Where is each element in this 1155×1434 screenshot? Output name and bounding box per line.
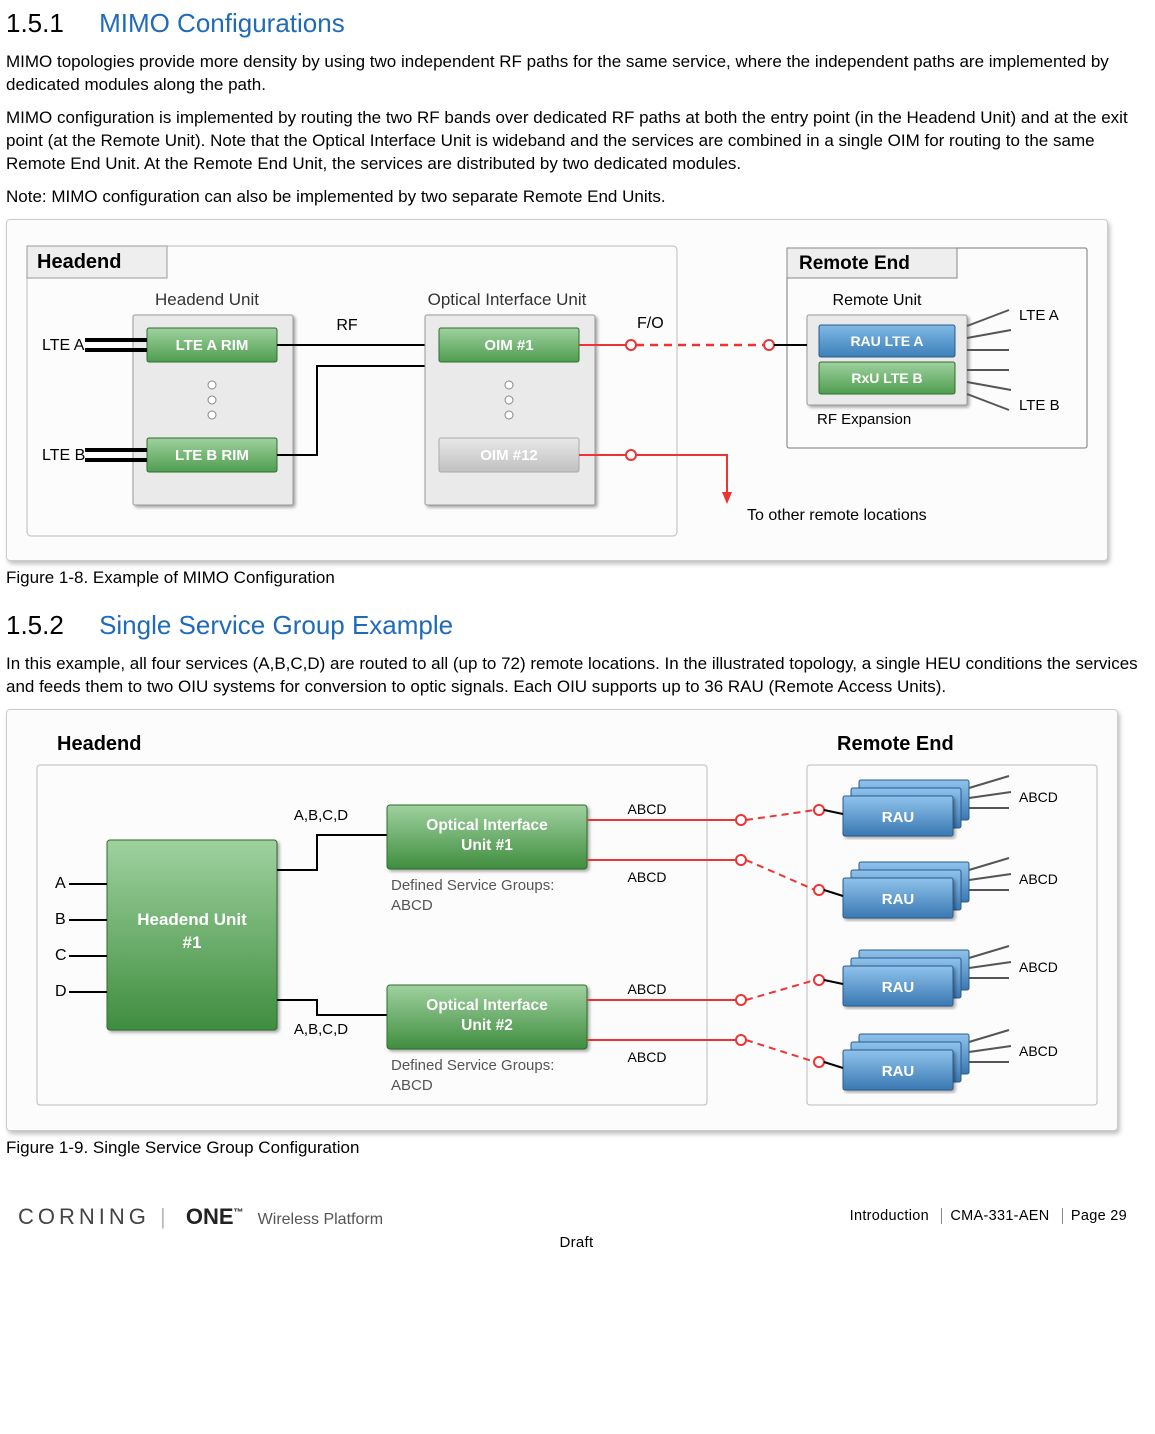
paragraph: MIMO configuration is implemented by rou…	[6, 107, 1147, 176]
label: ABCD	[628, 1049, 667, 1065]
label: LTE B	[42, 447, 85, 464]
label: Unit #1	[461, 837, 513, 854]
label: Optical Interface	[426, 997, 548, 1014]
label: ABCD	[391, 897, 433, 914]
label: B	[55, 911, 66, 928]
section-title: Single Service Group Example	[99, 610, 453, 640]
label: RAU	[882, 1063, 915, 1080]
label: ABCD	[1019, 789, 1058, 805]
paragraph: Note: MIMO configuration can also be imp…	[6, 186, 1147, 209]
label: RAU	[882, 979, 915, 996]
heading-1-5-1: 1.5.1 MIMO Configurations	[6, 6, 1147, 41]
label: Headend	[57, 733, 141, 755]
label: Unit #2	[461, 1017, 513, 1034]
paragraph: In this example, all four services (A,B,…	[6, 653, 1147, 699]
label: ABCD	[1019, 871, 1058, 887]
rau-group: RAU ABCD	[824, 1030, 1058, 1090]
label: A,B,C,D	[294, 807, 348, 824]
label: OIM #12	[480, 447, 538, 464]
heading-1-5-2: 1.5.2 Single Service Group Example	[6, 608, 1147, 643]
page-footer: CORNING | ONE™ Wireless Platform Introdu…	[6, 1196, 1147, 1266]
label: ABCD	[628, 869, 667, 885]
label: Remote End	[837, 733, 954, 755]
label: LTE A RIM	[176, 337, 249, 354]
label: F/O	[637, 315, 664, 332]
label: Optical Interface	[426, 817, 548, 834]
label: D	[55, 983, 67, 1000]
label: ABCD	[628, 801, 667, 817]
label: RF Expansion	[817, 411, 911, 428]
figure-1-9-diagram: Headend Remote End Headend Unit #1 A B C…	[6, 709, 1118, 1131]
section-number: 1.5.1	[6, 8, 64, 38]
rau-group: RAU ABCD	[824, 858, 1058, 918]
label: Defined Service Groups:	[391, 877, 554, 894]
label: A,B,C,D	[294, 1021, 348, 1038]
figure-caption: Figure 1-8. Example of MIMO Configuratio…	[6, 567, 1147, 590]
label: Headend Unit	[155, 290, 259, 309]
label: LTE B	[1019, 397, 1060, 414]
label: To other remote locations	[747, 507, 927, 524]
section-number: 1.5.2	[6, 610, 64, 640]
rau-group: RAU ABCD	[824, 776, 1058, 836]
brand-logo: CORNING | ONE™ Wireless Platform	[18, 1202, 383, 1232]
label: Defined Service Groups:	[391, 1057, 554, 1074]
footer-meta: Introduction CMA-331-AEN Page 29	[850, 1207, 1135, 1227]
label: OIM #1	[484, 337, 533, 354]
label: #1	[183, 933, 202, 952]
label: C	[55, 947, 67, 964]
label: Headend	[37, 251, 121, 273]
draft-label: Draft	[18, 1233, 1135, 1253]
label: RxU LTE B	[851, 370, 922, 386]
label: ABCD	[628, 981, 667, 997]
figure-caption: Figure 1-9. Single Service Group Configu…	[6, 1137, 1147, 1160]
paragraph: MIMO topologies provide more density by …	[6, 51, 1147, 97]
figure-1-8-diagram: Headend Headend Unit LTE A RIM LTE B RIM…	[6, 219, 1108, 561]
section-title: MIMO Configurations	[99, 8, 345, 38]
label: ABCD	[1019, 1043, 1058, 1059]
label: RAU	[882, 809, 915, 826]
label: RAU	[882, 891, 915, 908]
label: ABCD	[391, 1077, 433, 1094]
label: LTE A	[42, 337, 85, 354]
label: Remote End	[799, 253, 910, 274]
label: LTE B RIM	[175, 447, 249, 464]
rau-group: RAU ABCD	[824, 946, 1058, 1006]
label: A	[55, 875, 66, 892]
label: Headend Unit	[137, 910, 247, 929]
label: RAU LTE A	[850, 333, 923, 349]
label: LTE A	[1019, 307, 1059, 324]
label: Optical Interface Unit	[428, 290, 587, 309]
label: Remote Unit	[833, 292, 922, 309]
label: RF	[336, 317, 358, 334]
label: ABCD	[1019, 959, 1058, 975]
